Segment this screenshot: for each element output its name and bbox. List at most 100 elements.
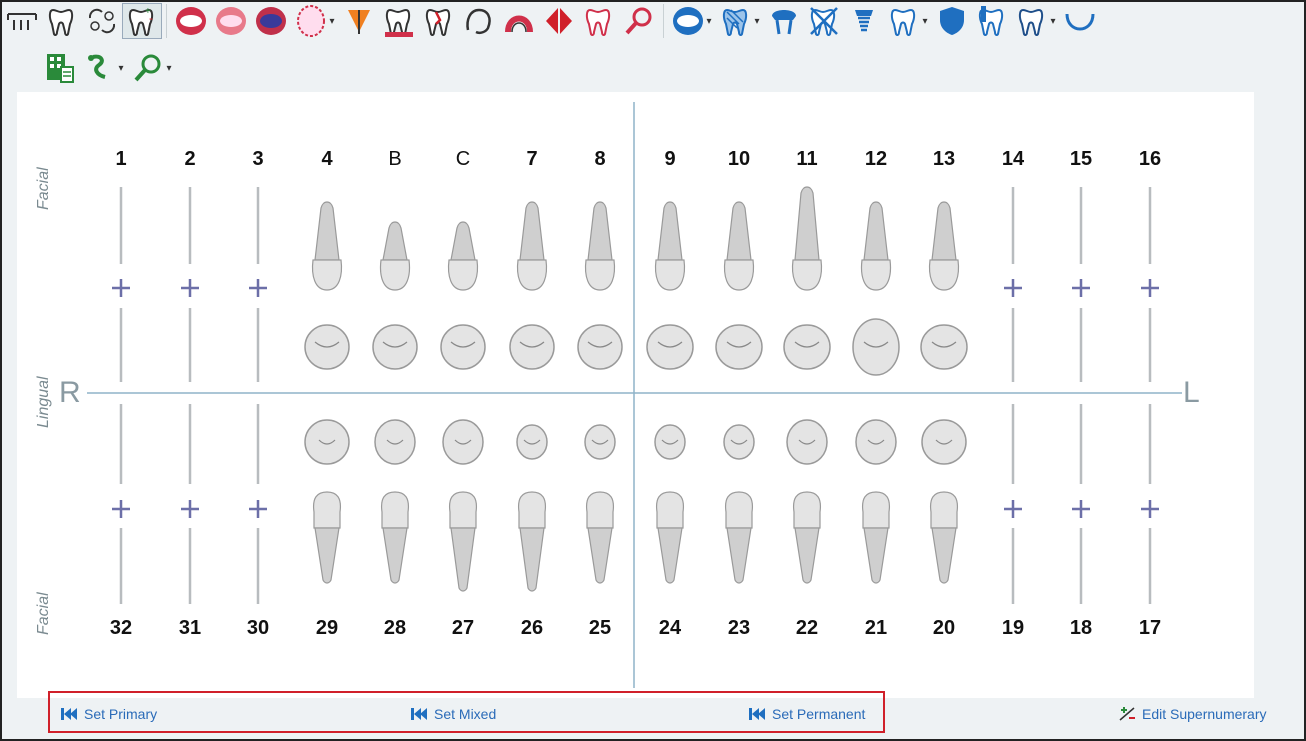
right-side-label: R <box>59 376 81 409</box>
tooth-pink-button[interactable] <box>579 3 619 39</box>
tooth-number-23[interactable]: 23 <box>719 617 759 640</box>
tooth-fracture-button[interactable] <box>419 3 459 39</box>
tooth-number-4[interactable]: 4 <box>307 148 347 171</box>
tooth-number-1[interactable]: 1 <box>101 148 141 171</box>
lower-tooth-crown <box>517 491 547 529</box>
upper-tooth-root <box>450 221 476 261</box>
add-tooth-plus-icon <box>1004 500 1022 518</box>
lower-tooth-occlusal <box>723 424 755 460</box>
svg-text:-: - <box>149 11 153 25</box>
upper-tooth-crown <box>311 259 343 291</box>
tooth-striped-button[interactable] <box>716 3 756 39</box>
upper-tooth-crown <box>584 259 616 291</box>
add-tooth-plus-icon <box>249 279 267 297</box>
mouth-upper-button[interactable] <box>211 3 251 39</box>
set-permanent-button[interactable]: Set Permanent <box>748 706 865 722</box>
mouth-both-icon <box>256 7 286 35</box>
add-tooth-plus-icon <box>181 279 199 297</box>
tooth-number-27[interactable]: 27 <box>443 617 483 640</box>
shield-icon <box>940 7 964 35</box>
upper-tooth-root <box>863 201 889 261</box>
set-primary-button[interactable]: Set Primary <box>60 706 157 722</box>
tooth-number-12[interactable]: 12 <box>856 148 896 171</box>
tooth-number-10[interactable]: 10 <box>719 148 759 171</box>
set-mixed-button[interactable]: Set Mixed <box>410 706 496 722</box>
tooth-number-30[interactable]: 30 <box>238 617 278 640</box>
tooth-number-9[interactable]: 9 <box>650 148 690 171</box>
bridge-button[interactable] <box>2 3 42 39</box>
set-primary-label: Set Primary <box>84 706 158 722</box>
dentition-button[interactable] <box>291 3 331 39</box>
tooth-number-32[interactable]: 32 <box>101 617 141 640</box>
mouth-both-button[interactable] <box>251 3 291 39</box>
tooth-number-28[interactable]: 28 <box>375 617 415 640</box>
tooth-post-button[interactable] <box>972 3 1012 39</box>
tooth-blue-outline-button[interactable] <box>884 3 924 39</box>
magnifier-red-icon <box>625 7 652 35</box>
tooth-number-20[interactable]: 20 <box>924 617 964 640</box>
tooth-number-7[interactable]: 7 <box>512 148 552 171</box>
tooth-number-19[interactable]: 19 <box>993 617 1033 640</box>
tooth-number-3[interactable]: 3 <box>238 148 278 171</box>
tooth-crossed-button[interactable] <box>804 3 844 39</box>
split-tooth-button[interactable] <box>539 3 579 39</box>
lower-tooth-root <box>931 527 957 584</box>
tooth-number-b[interactable]: B <box>375 148 415 171</box>
tooth-number-8[interactable]: 8 <box>580 148 620 171</box>
triangle-marker-button[interactable] <box>339 3 379 39</box>
tooth-number-29[interactable]: 29 <box>307 617 347 640</box>
edit-supernumerary-icon <box>1119 707 1135 721</box>
tooth-icon <box>48 8 74 37</box>
tooth-number-22[interactable]: 22 <box>787 617 827 640</box>
tooth-button[interactable] <box>42 3 82 39</box>
upper-tooth-root <box>382 221 408 261</box>
green-tool-button[interactable] <box>80 50 120 86</box>
upper-tooth-crown <box>723 259 755 291</box>
tooth-number-15[interactable]: 15 <box>1061 148 1101 171</box>
tooth-number-2[interactable]: 2 <box>170 148 210 171</box>
lower-tooth-occlusal <box>921 419 967 465</box>
swap-teeth-button[interactable] <box>82 3 122 39</box>
tooth-number-14[interactable]: 14 <box>993 148 1033 171</box>
triangle-marker-icon <box>348 10 370 34</box>
mouth-open-icon <box>176 7 206 35</box>
arch-button[interactable] <box>1060 3 1100 39</box>
lower-tooth-crown <box>448 491 478 529</box>
upper-tooth-crown <box>516 259 548 291</box>
tooth-number-17[interactable]: 17 <box>1130 617 1170 640</box>
tooth-number-11[interactable]: 11 <box>787 148 827 171</box>
mouth-blue-button[interactable] <box>668 3 708 39</box>
tooth-number-24[interactable]: 24 <box>650 617 690 640</box>
add-tooth-plus-icon <box>1004 279 1022 297</box>
mouth-open-button[interactable] <box>171 3 211 39</box>
tooth-number-13[interactable]: 13 <box>924 148 964 171</box>
tooth-add-remove-button[interactable]: + - <box>122 3 162 39</box>
tooth-number-25[interactable]: 25 <box>580 617 620 640</box>
lower-tooth-occlusal <box>654 424 686 460</box>
tooth-outline-button[interactable] <box>459 3 499 39</box>
tooth-number-16[interactable]: 16 <box>1130 148 1170 171</box>
upper-tooth-root <box>794 186 820 261</box>
tooth-number-18[interactable]: 18 <box>1061 617 1101 640</box>
lower-tooth-crown <box>929 491 959 529</box>
lower-tooth-crown <box>380 491 410 529</box>
green-tool-icon <box>88 54 106 79</box>
tooth-number-21[interactable]: 21 <box>856 617 896 640</box>
tooth-dark-button[interactable] <box>1012 3 1052 39</box>
implant-button[interactable] <box>844 3 884 39</box>
crown-blue-button[interactable] <box>764 3 804 39</box>
shield-button[interactable] <box>932 3 972 39</box>
tooth-number-31[interactable]: 31 <box>170 617 210 640</box>
tooth-number-c[interactable]: C <box>443 148 483 171</box>
lower-tooth-occlusal <box>786 419 828 465</box>
magnifier-red-button[interactable] <box>619 3 659 39</box>
edit-supernumerary-button[interactable]: Edit Supernumerary <box>1118 706 1267 722</box>
tooth-root-red-button[interactable] <box>499 3 539 39</box>
chart-grid-button[interactable] <box>40 50 80 86</box>
tooth-fracture-icon <box>425 8 451 37</box>
tooth-add-remove-icon: +- <box>128 6 154 37</box>
tooth-gum-button[interactable] <box>379 3 419 39</box>
tooth-blue-outline-icon <box>890 8 916 37</box>
magnifier-green-button[interactable] <box>128 50 168 86</box>
tooth-number-26[interactable]: 26 <box>512 617 552 640</box>
